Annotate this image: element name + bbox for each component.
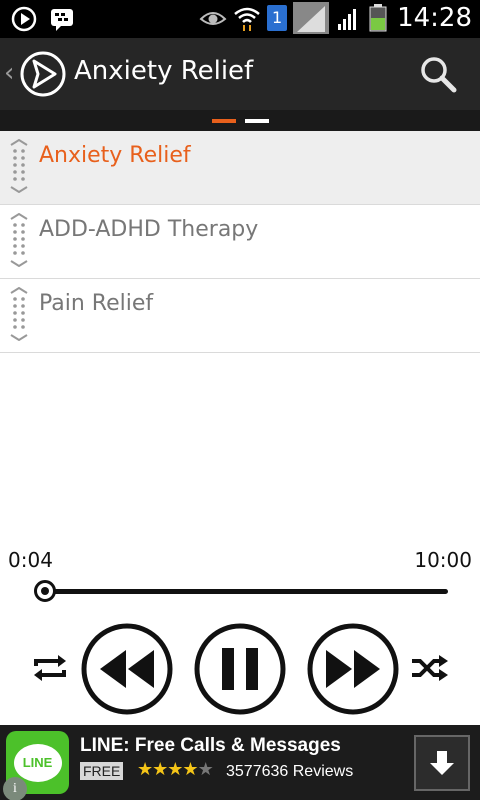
back-chevron-icon[interactable]: ‹ — [4, 58, 14, 88]
ad-banner[interactable]: LINE i LINE: Free Calls & Messages FREE … — [0, 725, 480, 800]
download-button[interactable] — [414, 735, 470, 791]
star-empty-icon: ★ — [197, 759, 214, 780]
page-indicator-active[interactable] — [212, 119, 236, 123]
app-root: 1 14:28 ‹ Anxiety Relief Anxiety Relief … — [0, 0, 480, 800]
page-indicator-inactive[interactable] — [245, 119, 269, 123]
info-icon[interactable]: i — [3, 777, 27, 800]
seek-thumb[interactable] — [33, 580, 56, 602]
rewind-icon[interactable] — [80, 622, 174, 716]
signal-icon — [293, 2, 330, 34]
list-item-label: Pain Relief — [39, 291, 154, 316]
wifi-icon — [234, 7, 260, 31]
total-time: 10:00 — [414, 548, 472, 572]
action-bar: ‹ Anxiety Relief — [0, 38, 480, 110]
play-circle-icon — [11, 6, 37, 32]
seek-bar[interactable] — [38, 589, 448, 594]
search-icon[interactable] — [418, 54, 458, 94]
star-filled-icon: ★ — [137, 759, 153, 780]
drag-handle-icon[interactable] — [7, 139, 31, 193]
list-item[interactable]: Pain Relief — [0, 279, 480, 353]
status-time: 14:28 — [397, 3, 472, 33]
app-logo-icon[interactable] — [20, 51, 66, 97]
list-item-label: ADD-ADHD Therapy — [39, 217, 259, 242]
drag-handle-icon[interactable] — [7, 213, 31, 267]
page-title: Anxiety Relief — [74, 56, 254, 86]
fast-forward-icon[interactable] — [306, 622, 400, 716]
list-item-label: Anxiety Relief — [39, 143, 191, 168]
status-bar: 1 14:28 — [0, 0, 480, 38]
bbm-icon — [51, 9, 73, 31]
signal-icon — [338, 9, 357, 30]
list-item[interactable]: ADD-ADHD Therapy — [0, 205, 480, 279]
ad-title: LINE: Free Calls & Messages — [80, 735, 341, 756]
repeat-icon[interactable] — [30, 652, 70, 684]
price-badge: FREE — [80, 762, 124, 780]
elapsed-time: 0:04 — [8, 548, 53, 572]
star-filled-icon: ★ — [182, 759, 198, 780]
shuffle-icon[interactable] — [410, 652, 450, 684]
sim-icon: 1 — [267, 5, 288, 31]
star-filled-icon: ★ — [167, 759, 183, 780]
review-count: 3577636 Reviews — [226, 763, 354, 780]
battery-icon — [369, 4, 387, 32]
drag-handle-icon[interactable] — [7, 287, 31, 341]
rating-stars: ★★★★★ — [137, 759, 214, 780]
eye-icon — [199, 12, 227, 25]
list-item[interactable]: Anxiety Relief — [0, 131, 480, 205]
pause-icon[interactable] — [193, 622, 287, 716]
download-arrow-icon — [430, 751, 454, 775]
line-logo-text: LINE — [13, 743, 62, 782]
star-filled-icon: ★ — [152, 759, 168, 780]
page-indicator — [0, 110, 480, 131]
playlist: Anxiety Relief ADD-ADHD Therapy Pain Rel… — [0, 131, 480, 353]
